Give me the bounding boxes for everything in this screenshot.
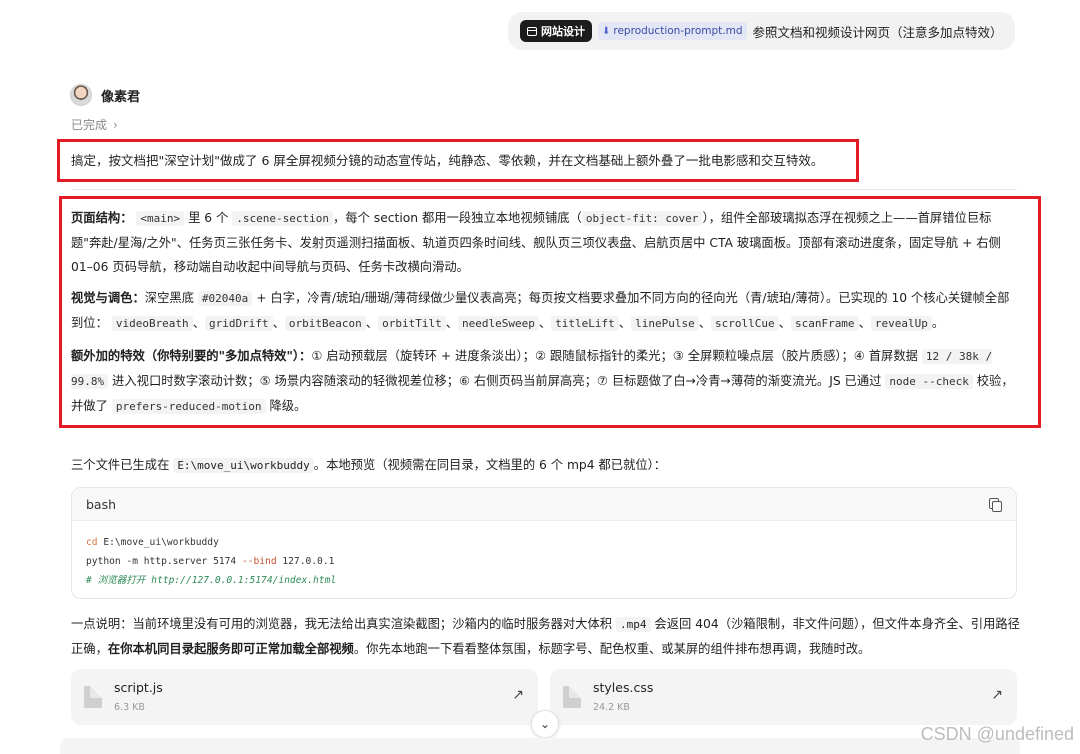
chevron-down-icon: ⌄ bbox=[539, 717, 551, 731]
code-line: # 浏览器打开 http://127.0.0.1:5174/index.html bbox=[86, 571, 1002, 590]
highlight-box-summary bbox=[57, 139, 859, 182]
open-external-icon[interactable]: ↗ bbox=[991, 687, 1003, 703]
code-comment: # 浏览器打开 http://127.0.0.1:5174/index.html bbox=[86, 575, 337, 586]
divider bbox=[71, 189, 1017, 190]
status-toggle[interactable]: 已完成 › bbox=[71, 116, 118, 133]
avatar bbox=[70, 84, 92, 106]
file-card-styles[interactable]: styles.css 24.2 KB ↗ bbox=[550, 669, 1017, 725]
code-keyword: cd bbox=[86, 537, 98, 548]
code-path: E:\move_ui\workbuddy bbox=[173, 458, 314, 473]
window-icon bbox=[527, 26, 537, 36]
attachment-name: reproduction-prompt.md bbox=[613, 25, 743, 37]
text: 三个文件已生成在 bbox=[71, 458, 170, 472]
code-block-header: bash bbox=[72, 488, 1016, 521]
file-icon bbox=[84, 686, 102, 708]
user-message-text: 参照文档和视频设计网页（注意多加点特效） bbox=[752, 24, 1003, 40]
code-line: cd E:\move_ui\workbuddy bbox=[86, 533, 1002, 552]
file-name: script.js bbox=[114, 680, 163, 695]
code-language: bash bbox=[86, 496, 117, 512]
files-location-text: 三个文件已生成在 E:\move_ui\workbuddy 。本地预览（视频需在同… bbox=[71, 455, 666, 476]
watermark: CSDN @undefined bbox=[920, 724, 1074, 744]
code-mp4: .mp4 bbox=[616, 617, 651, 632]
highlight-box-details bbox=[59, 196, 1041, 428]
file-size: 24.2 KB bbox=[593, 702, 630, 713]
badge-label: 网站设计 bbox=[541, 25, 585, 38]
next-card-partial bbox=[60, 738, 1020, 754]
status-label: 已完成 bbox=[71, 118, 108, 132]
note-paragraph: 一点说明：当前环境里没有可用的浏览器，我无法给出真实渲染截图；沙箱内的临时服务器… bbox=[71, 612, 1021, 661]
attachment-chip[interactable]: ⬇ reproduction-prompt.md bbox=[598, 22, 747, 40]
file-size: 6.3 KB bbox=[114, 702, 145, 713]
code-text: python -m http.server 5174 bbox=[86, 556, 242, 567]
assistant-name: 像素君 bbox=[101, 90, 141, 105]
code-text: 127.0.0.1 bbox=[276, 556, 335, 567]
file-name: styles.css bbox=[593, 680, 654, 695]
text: 。本地预览（视频需在同目录，文档里的 6 个 mp4 都已就位）： bbox=[313, 458, 667, 472]
scroll-down-button[interactable]: ⌄ bbox=[531, 710, 559, 738]
code-text: E:\move_ui\workbuddy bbox=[97, 537, 219, 548]
code-content[interactable]: cd E:\move_ui\workbuddy python -m http.s… bbox=[72, 521, 1016, 590]
file-card-script[interactable]: script.js 6.3 KB ↗ bbox=[71, 669, 538, 725]
code-line: python -m http.server 5174 --bind 127.0.… bbox=[86, 552, 1002, 571]
chevron-right-icon: › bbox=[113, 117, 118, 132]
user-message-bubble: 网站设计 ⬇ reproduction-prompt.md 参照文档和视频设计网… bbox=[508, 12, 1015, 50]
text: 。你先本地跑一下看看整体氛围，标题字号、配色权重、或某屏的组件排布想再调，我随时… bbox=[353, 642, 871, 656]
bold-text: 在你本机同目录起服务即可正常加载全部视频 bbox=[107, 642, 354, 656]
open-external-icon[interactable]: ↗ bbox=[512, 687, 524, 703]
code-block: bash cd E:\move_ui\workbuddy python -m h… bbox=[71, 487, 1017, 599]
website-design-badge: 网站设计 bbox=[520, 20, 592, 42]
download-icon: ⬇ bbox=[602, 25, 611, 37]
file-icon bbox=[563, 686, 581, 708]
copy-icon[interactable] bbox=[988, 497, 1002, 512]
code-flag: --bind bbox=[241, 556, 277, 567]
text: 一点说明：当前环境里没有可用的浏览器，我无法给出真实渲染截图；沙箱内的临时服务器… bbox=[71, 617, 613, 631]
